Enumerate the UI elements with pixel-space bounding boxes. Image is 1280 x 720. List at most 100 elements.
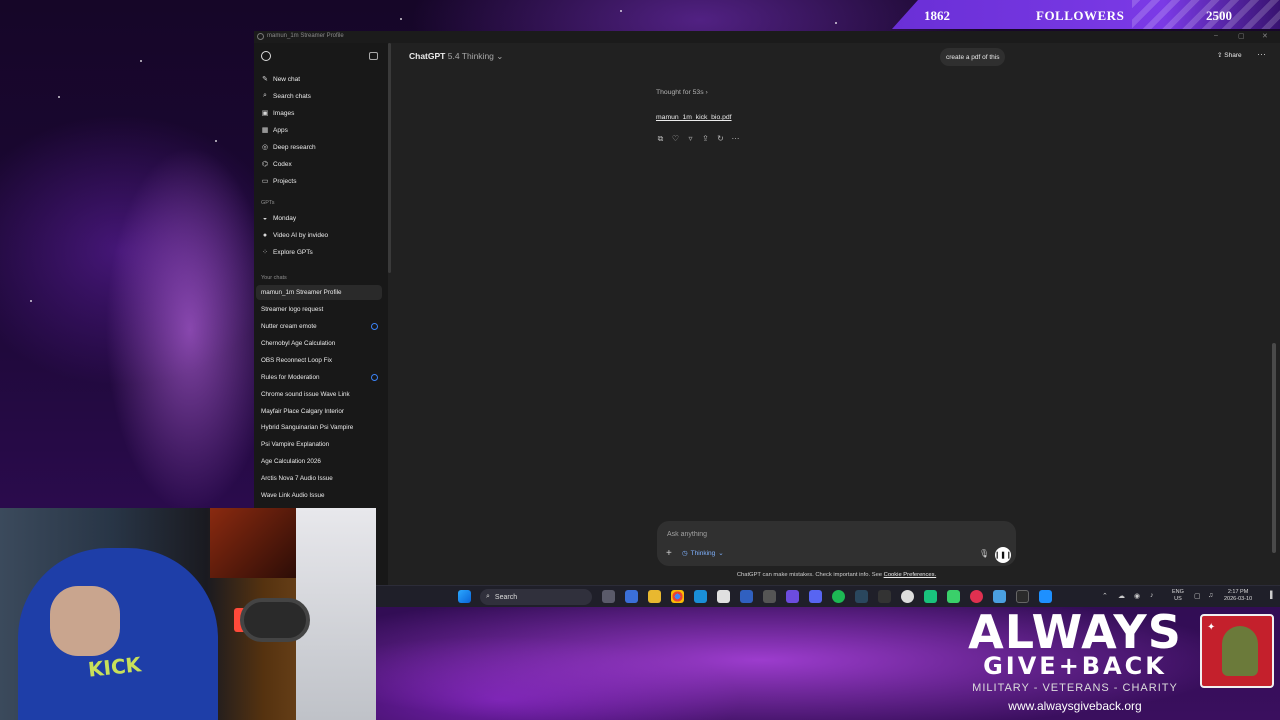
sidebar-item-label: Video AI by invideo xyxy=(273,231,329,239)
task-view-icon[interactable] xyxy=(602,590,615,603)
app-icon[interactable] xyxy=(786,590,799,603)
chat-item[interactable]: Mayfair Place Calgary Interior xyxy=(256,404,382,419)
model-selector[interactable]: ChatGPT 5.4 Thinking ⌄ xyxy=(409,51,503,62)
windows-start-icon[interactable] xyxy=(458,590,471,603)
sidebar-item-search-chats[interactable]: ⌕ Search chats xyxy=(261,89,311,103)
plus-icon[interactable]: + xyxy=(666,548,672,559)
disclaimer: ChatGPT can make mistakes. Check importa… xyxy=(609,572,1064,578)
steam-tray-icon[interactable]: ◉ xyxy=(1134,592,1140,600)
followers-current: 1862 xyxy=(924,8,950,23)
app-icon[interactable] xyxy=(947,590,960,603)
share-button[interactable]: ⇪ Share xyxy=(1217,51,1242,59)
sidebar-item-new-chat[interactable]: ✎ New chat xyxy=(261,72,300,86)
clock-icon: ◷ xyxy=(682,550,688,557)
voice-mode-icon[interactable]: ❙❚❙ xyxy=(994,547,1012,563)
thumbs-down-icon[interactable]: ▿ xyxy=(686,134,695,143)
chat-item[interactable]: Arctis Nova 7 Audio Issue xyxy=(256,471,382,486)
app-icon[interactable] xyxy=(1039,590,1052,603)
sidebar-item-codex[interactable]: ⌬ Codex xyxy=(261,157,292,171)
chat-item[interactable]: Chernobyl Age Calculation xyxy=(256,336,382,351)
app-icon[interactable] xyxy=(970,590,983,603)
cookie-preferences-link[interactable]: Cookie Preferences. xyxy=(884,572,937,578)
steam-icon[interactable] xyxy=(855,590,868,603)
display-icon[interactable]: ▢ xyxy=(1194,592,1201,600)
taskbar-search[interactable]: ⌕ Search xyxy=(480,589,592,605)
tab-title[interactable]: mamun_1m Streamer Profile xyxy=(267,33,344,39)
chatgpt-icon[interactable] xyxy=(901,590,914,603)
regenerate-icon[interactable]: ↻ xyxy=(716,134,725,143)
followers-goal: 2500 xyxy=(1206,8,1232,23)
thinking-mode-label: Thinking xyxy=(690,549,716,557)
chat-item[interactable]: Streamer logo request xyxy=(256,302,382,317)
model-version: 5.4 Thinking xyxy=(447,51,494,61)
share-icon[interactable]: ⇪ xyxy=(701,134,710,143)
more-icon[interactable]: ⋯ xyxy=(731,134,740,143)
thinking-mode-button[interactable]: ◷ Thinking ⌄ xyxy=(682,549,724,558)
unread-indicator-icon xyxy=(371,323,378,330)
chevron-down-icon: ⌄ xyxy=(718,550,724,557)
hoodie-text: KICK xyxy=(86,652,143,682)
sidebar-item-images[interactable]: ▣ Images xyxy=(261,106,295,120)
taskbar-clock[interactable]: 2:17 PM 2026-03-10 xyxy=(1224,589,1252,603)
star-icon: ✦ xyxy=(1207,622,1216,633)
sidebar-item-monday[interactable]: ◒ Monday xyxy=(261,211,296,225)
spotify-icon[interactable] xyxy=(832,590,845,603)
microphone-icon[interactable]: 🎙 xyxy=(979,549,989,558)
terminal-icon[interactable] xyxy=(1016,590,1029,603)
thumbs-up-icon[interactable]: ♡ xyxy=(671,134,680,143)
discord-icon[interactable] xyxy=(809,590,822,603)
charity-url: www.alwaysgiveback.org xyxy=(1008,699,1142,713)
minimize-icon[interactable]: – xyxy=(1214,32,1218,39)
clock-date: 2026-03-10 xyxy=(1224,596,1253,602)
chat-item[interactable]: mamun_1m Streamer Profile xyxy=(256,285,382,300)
chrome-icon[interactable] xyxy=(671,590,684,603)
sidebar-item-explore-gpts[interactable]: ⁘ Explore GPTs xyxy=(261,245,313,259)
chat-item[interactable]: Rules for Moderation xyxy=(256,370,382,385)
copy-icon[interactable]: ⧉ xyxy=(656,134,665,143)
telescope-icon: ◎ xyxy=(261,144,269,151)
chat-item[interactable]: Age Calculation 2026 xyxy=(256,454,382,469)
more-options-icon[interactable]: ··· xyxy=(1257,49,1266,59)
sidebar-item-video-ai[interactable]: ● Video AI by invideo xyxy=(261,228,328,242)
obs-icon[interactable] xyxy=(763,590,776,603)
cloud-icon[interactable]: ☁ xyxy=(1118,592,1125,600)
suggestion-chip[interactable]: create a pdf of this xyxy=(940,48,1006,66)
epic-games-icon[interactable] xyxy=(878,590,891,603)
volume-icon[interactable]: ♫ xyxy=(1208,592,1213,599)
microphone-icon[interactable]: ♪ xyxy=(1150,592,1154,599)
chat-scrollbar[interactable] xyxy=(1272,343,1276,553)
chat-main: ChatGPT 5.4 Thinking ⌄ create a pdf of t… xyxy=(391,43,1280,585)
pdf-download-link[interactable]: mamun_1m_kick_bio.pdf xyxy=(656,114,732,121)
webcam-background xyxy=(210,508,300,578)
app-icon[interactable] xyxy=(924,590,937,603)
chat-item[interactable]: Nutter cream emote xyxy=(256,319,382,334)
sidebar-toggle-icon[interactable] xyxy=(369,52,378,60)
chat-item[interactable]: Wave Link Audio Issue xyxy=(256,488,382,503)
sidebar-item-projects[interactable]: ▭ Projects xyxy=(261,174,297,188)
store-icon[interactable] xyxy=(717,590,730,603)
close-icon[interactable]: ✕ xyxy=(1262,32,1268,40)
chevron-up-icon[interactable]: ⌃ xyxy=(1102,592,1108,600)
sidebar-item-deep-research[interactable]: ◎ Deep research xyxy=(261,140,316,154)
chat-item[interactable]: OBS Reconnect Loop Fix xyxy=(256,353,382,368)
widgets-icon[interactable] xyxy=(625,590,638,603)
notification-icon[interactable]: ▌ xyxy=(1270,592,1275,599)
disclaimer-text: ChatGPT can make mistakes. Check importa… xyxy=(736,572,883,578)
chat-item[interactable]: Psi Vampire Explanation xyxy=(256,437,382,452)
clock-time: 2:17 PM xyxy=(1227,589,1249,595)
language-indicator[interactable]: ENG US xyxy=(1172,589,1184,603)
chatgpt-logo-icon[interactable] xyxy=(261,51,271,61)
file-explorer-icon[interactable] xyxy=(648,590,661,603)
thought-toggle[interactable]: Thought for 53s › xyxy=(656,89,708,96)
maximize-icon[interactable]: ▢ xyxy=(1238,32,1245,40)
message-actions: ⧉ ♡ ▿ ⇪ ↻ ⋯ xyxy=(656,134,740,143)
monday-gpt-icon: ◒ xyxy=(262,214,268,222)
chat-item[interactable]: Hybrid Sanguinarian Psi Vampire xyxy=(256,420,382,435)
notepad-icon[interactable] xyxy=(993,590,1006,603)
charity-line2: GIVE+BACK xyxy=(983,652,1167,680)
chat-item[interactable]: Chrome sound issue Wave Link xyxy=(256,387,382,402)
edge-icon[interactable] xyxy=(694,590,707,603)
sidebar-item-apps[interactable]: ▦ Apps xyxy=(261,123,288,137)
app-icon[interactable] xyxy=(740,590,753,603)
prompt-input[interactable] xyxy=(667,528,917,540)
